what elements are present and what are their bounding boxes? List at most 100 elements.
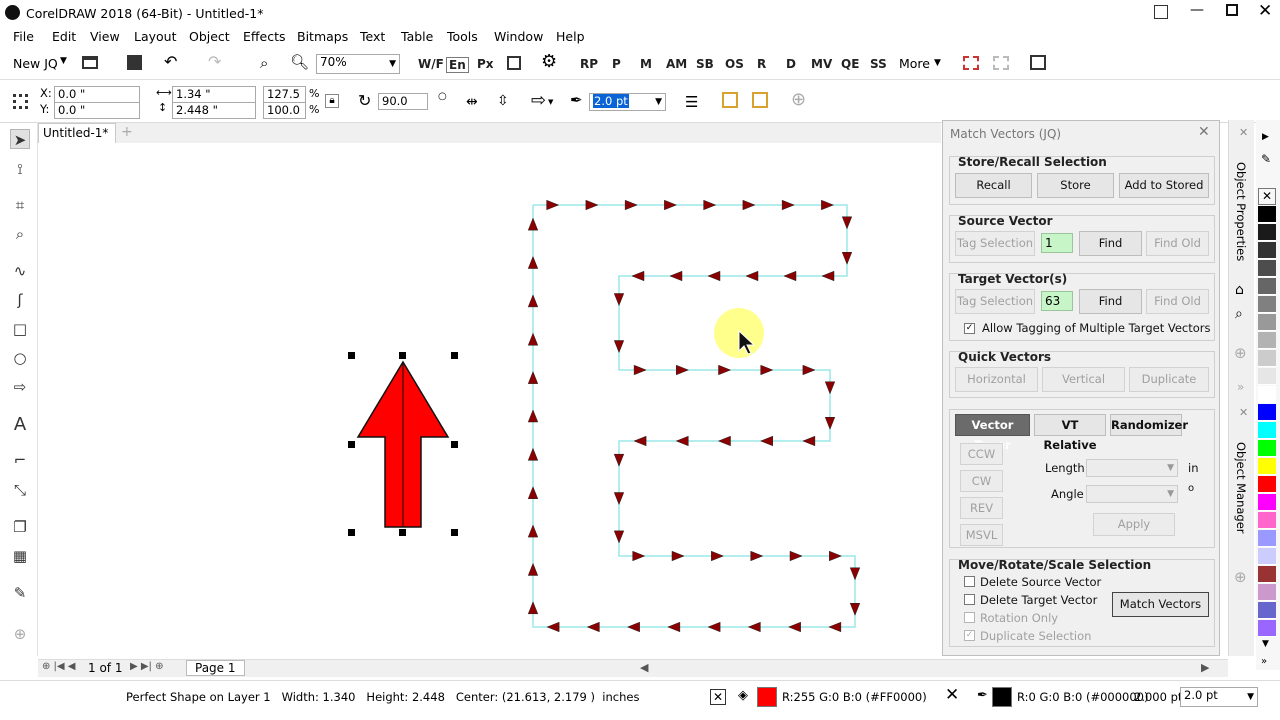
cw-button[interactable]: CW: [960, 470, 1003, 492]
no-color-swatch[interactable]: ✕: [1258, 188, 1276, 205]
height-input[interactable]: 2.448 ": [172, 102, 256, 119]
angle-input[interactable]: ▼: [1086, 485, 1178, 503]
macro-wf-button[interactable]: W/F: [418, 57, 444, 71]
palette-swatch[interactable]: [1258, 206, 1276, 223]
save-icon[interactable]: [127, 55, 142, 70]
menu-help[interactable]: Help: [556, 29, 585, 44]
palette-swatch[interactable]: [1258, 278, 1276, 295]
palette-swatch[interactable]: [1258, 530, 1276, 547]
chevron-down-icon[interactable]: ▼: [1247, 691, 1254, 704]
chevron-down-icon[interactable]: ▼: [548, 98, 553, 106]
menu-tools[interactable]: Tools: [447, 29, 478, 44]
palette-swatch[interactable]: [1258, 440, 1276, 457]
chevron-down-icon[interactable]: ▼: [655, 96, 662, 109]
tab-vector-tuner[interactable]: Vector Tuner: [955, 414, 1030, 452]
fit-icon[interactable]: [507, 56, 521, 70]
macro-am-button[interactable]: AM: [666, 57, 687, 71]
fill-color-swatch[interactable]: [757, 687, 777, 707]
add-icon[interactable]: ⊕: [791, 89, 806, 110]
macro-m-button[interactable]: M: [640, 57, 652, 71]
palette-swatch[interactable]: [1258, 296, 1276, 313]
drawing-canvas[interactable]: [38, 143, 941, 659]
delete-target-checkbox[interactable]: [964, 594, 975, 605]
x-position-input[interactable]: 0.0 ": [54, 86, 140, 103]
pick-tool-icon[interactable]: ➤: [10, 129, 30, 149]
rectangle-tool-icon[interactable]: □: [10, 319, 30, 339]
palette-swatch[interactable]: [1258, 242, 1276, 259]
palette-swatch[interactable]: [1258, 602, 1276, 619]
palette-swatch[interactable]: [1258, 314, 1276, 331]
target-find-button[interactable]: Find: [1079, 289, 1142, 314]
arrow-right-icon[interactable]: ⇨: [531, 90, 546, 111]
tab-untitled-1[interactable]: Untitled-1*: [38, 123, 116, 143]
target-vector-count-input[interactable]: 63: [1041, 291, 1073, 311]
macro-en-button[interactable]: En: [446, 57, 469, 73]
ccw-button[interactable]: CCW: [960, 443, 1003, 465]
macro-rp-button[interactable]: RP: [580, 57, 598, 71]
zoom-page-icon[interactable]: ⌕: [260, 54, 268, 72]
crop-tool-icon[interactable]: ⌗: [10, 195, 30, 215]
macro-extra2-icon[interactable]: [993, 56, 1009, 70]
lock-icon[interactable]: 🔒︎: [325, 94, 339, 108]
polygon-tool-icon[interactable]: ⇨: [10, 377, 30, 397]
redo-icon[interactable]: ↷: [208, 52, 221, 71]
width-input[interactable]: 1.34 ": [172, 86, 256, 103]
macro-r-button[interactable]: R: [757, 57, 766, 71]
minimize-button[interactable]: —: [1190, 2, 1204, 18]
duplicate-button[interactable]: Duplicate: [1129, 367, 1209, 392]
text-wrap-icon[interactable]: ☰: [685, 93, 698, 111]
dimension-tool-icon[interactable]: ⌐: [10, 450, 30, 470]
menu-table[interactable]: Table: [401, 29, 433, 44]
palette-swatch[interactable]: [1258, 368, 1276, 385]
chevron-down-icon[interactable]: ▼: [1167, 462, 1174, 475]
source-vector-id-input[interactable]: 1: [1041, 233, 1073, 253]
outline-width-select[interactable]: 2.0 pt ▼: [1180, 687, 1258, 707]
menu-window[interactable]: Window: [494, 29, 543, 44]
store-button[interactable]: Store: [1037, 173, 1114, 198]
tab-randomizer[interactable]: Randomizer: [1110, 414, 1188, 436]
rotation-only-checkbox[interactable]: [964, 612, 975, 623]
apply-button[interactable]: Apply: [1093, 513, 1175, 536]
tab-vt-relative[interactable]: VT Relative: [1034, 414, 1106, 452]
tag-icon[interactable]: ⌂: [1235, 282, 1244, 298]
account-icon[interactable]: [1154, 5, 1168, 19]
scale-height-input[interactable]: 100.0: [263, 102, 306, 119]
menu-effects[interactable]: Effects: [243, 29, 286, 44]
palette-swatch[interactable]: [1258, 260, 1276, 277]
macro-mv-button[interactable]: MV: [811, 57, 832, 71]
connector-tool-icon[interactable]: ⤡: [10, 480, 30, 500]
tab-object-properties[interactable]: Object Properties: [1234, 162, 1248, 261]
fill-bucket-icon[interactable]: ◈: [738, 688, 748, 703]
eyedropper-icon[interactable]: ✎: [1261, 152, 1271, 166]
menu-edit[interactable]: Edit: [52, 29, 76, 44]
chevron-down-icon[interactable]: ▼: [934, 58, 941, 68]
artistic-media-icon[interactable]: ʃ: [10, 290, 30, 310]
to-back-icon[interactable]: [752, 92, 768, 108]
palette-swatch[interactable]: [1258, 350, 1276, 367]
text-tool-icon[interactable]: A: [10, 415, 30, 435]
page-nav-icons-right[interactable]: ▶ ▶| ⊕: [130, 661, 164, 672]
more-button[interactable]: More: [899, 56, 930, 71]
palette-scroll-up-icon[interactable]: ▶: [1262, 132, 1269, 142]
open-folder-icon[interactable]: [82, 56, 98, 69]
zoom-tool-icon[interactable]: ⌕: [10, 224, 30, 244]
menu-object[interactable]: Object: [189, 29, 230, 44]
tab-page-1[interactable]: Page 1: [186, 660, 245, 676]
menu-bitmaps[interactable]: Bitmaps: [297, 29, 348, 44]
mirror-horizontal-icon[interactable]: ⇹: [466, 94, 478, 110]
allow-multiple-targets-checkbox[interactable]: ✓: [964, 323, 975, 334]
scroll-left-icon[interactable]: ◀: [640, 661, 648, 674]
window-icon[interactable]: [1030, 55, 1046, 70]
rev-button[interactable]: REV: [960, 497, 1003, 519]
outline-color-swatch[interactable]: [992, 687, 1012, 707]
y-position-input[interactable]: 0.0 ": [54, 102, 140, 119]
palette-swatch[interactable]: [1258, 422, 1276, 439]
palette-swatch[interactable]: [1258, 386, 1276, 403]
macro-d-button[interactable]: D: [786, 57, 796, 71]
shape-tool-icon[interactable]: ⟟: [10, 159, 30, 179]
transparency-icon[interactable]: ▦: [10, 546, 30, 566]
zoom-icon[interactable]: 🔍︎: [290, 53, 309, 71]
recall-button[interactable]: Recall: [955, 173, 1032, 198]
rotation-angle-input[interactable]: 90.0: [378, 93, 428, 110]
palette-swatch[interactable]: [1258, 584, 1276, 601]
